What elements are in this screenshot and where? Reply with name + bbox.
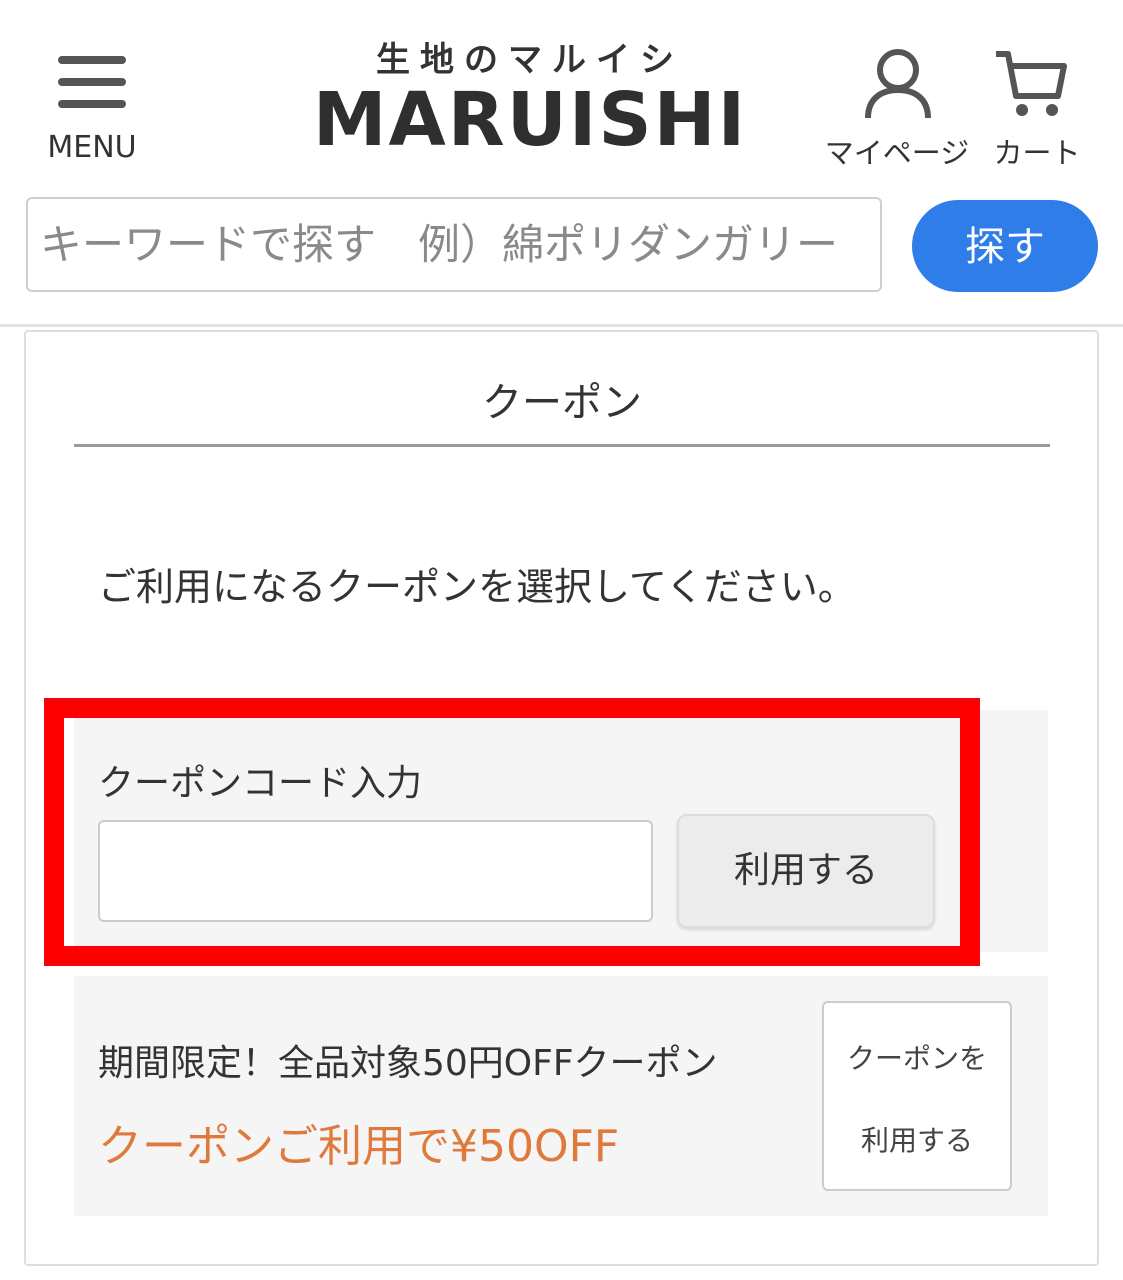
- title-divider: [74, 444, 1050, 447]
- menu-label: MENU: [47, 130, 137, 165]
- cart-icon: [996, 51, 1067, 116]
- header-divider: [0, 324, 1123, 327]
- coupon-code-label: クーポンコード入力: [98, 763, 423, 804]
- mypage-label: マイページ: [824, 136, 970, 170]
- coupon-discount: クーポンご利用で¥50OFF: [98, 1121, 620, 1172]
- coupon-code-input[interactable]: [98, 820, 653, 922]
- coupon-name: 期間限定！全品対象50円OFFクーポン: [98, 1043, 718, 1084]
- logo-japanese: 生地のマルイシ: [376, 40, 684, 80]
- use-coupon-label-line2: 利用する: [860, 1124, 973, 1157]
- user-icon: [865, 49, 931, 119]
- apply-coupon-code-button[interactable]: 利用する: [677, 814, 935, 928]
- use-coupon-button[interactable]: クーポンを 利用する: [822, 1001, 1012, 1191]
- cart-button[interactable]: カート: [982, 42, 1092, 170]
- page-title: クーポン: [482, 380, 642, 426]
- logo-wordmark: MARUISHI: [312, 77, 748, 163]
- instruction-text: ご利用になるクーポンを選択してください。: [98, 565, 856, 609]
- search-button[interactable]: 探す: [912, 200, 1098, 292]
- menu-button[interactable]: MENU: [40, 48, 144, 168]
- site-logo[interactable]: 生地のマルイシ MARUISHI: [300, 28, 760, 163]
- search-input[interactable]: [26, 197, 882, 292]
- cart-label: カート: [993, 136, 1081, 170]
- mypage-button[interactable]: マイページ: [822, 42, 972, 170]
- use-coupon-label-line1: クーポンを: [846, 1042, 987, 1075]
